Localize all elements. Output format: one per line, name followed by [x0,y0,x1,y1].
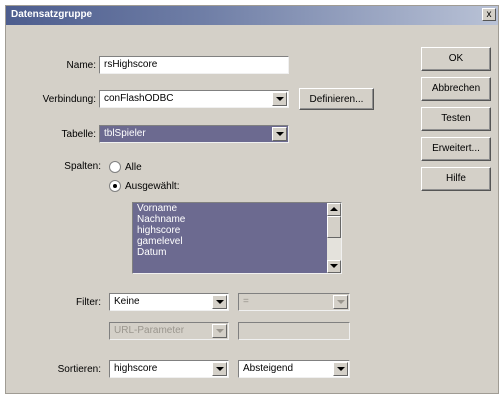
filter-param-type-select[interactable]: URL-Parameter [109,322,229,340]
connection-value: conFlashODBC [104,93,174,104]
chevron-down-icon[interactable] [333,362,348,376]
filter-label: Filter: [76,297,101,308]
advanced-button[interactable]: Erweitert... [421,137,491,161]
radio-selected[interactable] [109,180,121,192]
table-value: tblSpieler [104,128,146,139]
list-item[interactable]: Datum [133,247,341,258]
radio-all[interactable] [109,161,121,173]
chevron-down-icon[interactable] [333,295,348,309]
table-select[interactable]: tblSpieler [99,125,289,143]
table-label: Tabelle: [61,129,96,140]
filter-column-value: Keine [114,296,140,307]
name-label: Name: [66,60,96,71]
chevron-down-icon[interactable] [212,295,227,309]
title-bar[interactable]: Datensatzgruppe x [6,6,498,25]
radio-all-label: Alle [125,162,142,173]
filter-column-select[interactable]: Keine [109,293,229,311]
scroll-down-icon[interactable] [327,260,341,273]
sort-order-value: Absteigend [243,363,294,374]
filter-param-value-input[interactable] [238,322,350,340]
chevron-down-icon[interactable] [272,127,287,141]
sort-label: Sortieren: [57,364,101,375]
chevron-down-icon[interactable] [272,92,287,106]
chevron-down-icon[interactable] [212,362,227,376]
list-item[interactable]: gamelevel [133,236,341,247]
chevron-down-icon[interactable] [212,324,227,338]
define-connection-button[interactable]: Definieren... [299,88,374,110]
connection-label: Verbindung: [42,94,96,105]
sort-column-select[interactable]: highscore [109,360,229,378]
list-item[interactable]: Nachname [133,214,341,225]
recordset-dialog: Datensatzgruppe x Name: rsHighscore Verb… [5,5,499,394]
listbox-scrollbar[interactable] [327,203,341,273]
list-item[interactable]: highscore [133,225,341,236]
columns-listbox[interactable]: Vorname Nachname highscore gamelevel Dat… [132,202,342,274]
ok-button[interactable]: OK [421,47,491,71]
sort-column-value: highscore [114,363,158,374]
scroll-thumb[interactable] [327,216,341,238]
sort-order-select[interactable]: Absteigend [238,360,350,378]
scroll-up-icon[interactable] [327,203,341,216]
columns-label: Spalten: [64,161,101,172]
help-button[interactable]: Hilfe [421,167,491,191]
connection-select[interactable]: conFlashODBC [99,90,289,108]
cancel-button[interactable]: Abbrechen [421,77,491,101]
name-input[interactable]: rsHighscore [99,56,289,74]
close-button[interactable]: x [482,8,496,21]
filter-operator-value: = [243,296,249,307]
window-title: Datensatzgruppe [11,9,93,20]
radio-selected-label: Ausgewählt: [125,181,180,192]
list-item[interactable]: Vorname [133,203,341,214]
filter-param-type-value: URL-Parameter [114,325,185,336]
radio-selected-dot [113,184,117,188]
filter-operator-select[interactable]: = [238,293,350,311]
test-button[interactable]: Testen [421,107,491,131]
